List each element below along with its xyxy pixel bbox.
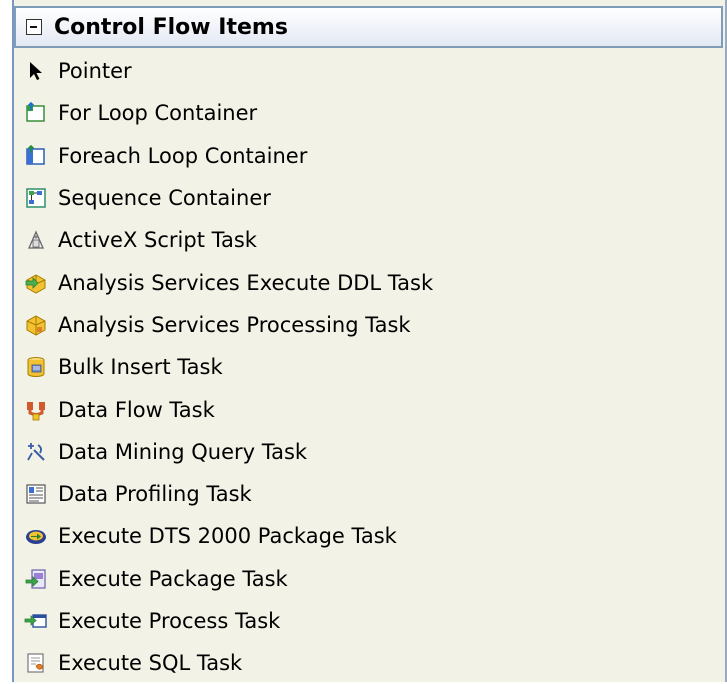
toolbox-item-label: Foreach Loop Container — [58, 143, 308, 168]
data-profiling-icon — [26, 484, 46, 504]
toolbox-item-execute-package-task[interactable]: Execute Package Task — [14, 558, 723, 600]
toolbox-item-label: Data Flow Task — [58, 397, 215, 422]
toolbox-item-label: Bulk Insert Task — [58, 355, 223, 380]
analysis-processing-icon — [26, 315, 46, 336]
toolbox-item-label: Execute Package Task — [58, 566, 288, 591]
toolbox-item-activex-script-task[interactable]: ActiveX Script Task — [14, 219, 723, 261]
toolbox-panel: Control Flow Items Pointer For Loop Cont… — [0, 0, 727, 682]
toolbox-item-analysis-services-execute-ddl-task[interactable]: Analysis Services Execute DDL Task — [14, 261, 723, 303]
toolbox-item-execute-dts-2000-package-task[interactable]: Execute DTS 2000 Package Task — [14, 515, 723, 557]
execute-dts-icon — [26, 530, 46, 545]
execute-process-icon — [24, 614, 47, 628]
bulk-insert-icon — [27, 357, 45, 378]
toolbox-item-label: ActiveX Script Task — [58, 228, 257, 253]
toolbox-item-label: Data Profiling Task — [58, 482, 252, 507]
foreach-loop-container-icon — [26, 144, 45, 165]
toolbox-item-label: Data Mining Query Task — [58, 439, 308, 464]
toolbox-item-analysis-services-processing-task[interactable]: Analysis Services Processing Task — [14, 304, 723, 346]
toolbox-item-label: Pointer — [58, 59, 132, 84]
toolbox-item-data-flow-task[interactable]: Data Flow Task — [14, 388, 723, 430]
toolbox-item-for-loop-container[interactable]: For Loop Container — [14, 92, 723, 134]
analysis-ddl-icon — [25, 274, 46, 294]
sequence-container-icon — [26, 188, 46, 208]
toolbox-item-label: Analysis Services Execute DDL Task — [58, 270, 434, 295]
toolbox-item-execute-sql-task[interactable]: Execute SQL Task — [14, 642, 723, 684]
execute-sql-icon — [27, 653, 44, 673]
toolbox-item-label: Analysis Services Processing Task — [58, 312, 411, 337]
for-loop-container-icon — [26, 102, 45, 123]
left-border — [0, 0, 14, 682]
toolbox-item-execute-process-task[interactable]: Execute Process Task — [14, 600, 723, 642]
toolbox-item-pointer[interactable]: Pointer — [14, 50, 723, 92]
toolbox-item-data-profiling-task[interactable]: Data Profiling Task — [14, 473, 723, 515]
activex-script-icon — [28, 230, 44, 249]
toolbox-item-foreach-loop-container[interactable]: Foreach Loop Container — [14, 135, 723, 177]
toolbox-item-label: Execute Process Task — [58, 609, 281, 633]
section-title: Control Flow Items — [54, 14, 288, 40]
pointer-icon — [30, 62, 42, 81]
toolbox-item-list: Pointer For Loop Container Foreach Loop … — [14, 50, 723, 684]
toolbox-item-bulk-insert-task[interactable]: Bulk Insert Task — [14, 346, 723, 388]
toolbox-item-label: Execute DTS 2000 Package Task — [58, 524, 397, 549]
section-header[interactable]: Control Flow Items — [14, 6, 723, 48]
toolbox-item-data-mining-query-task[interactable]: Data Mining Query Task — [14, 431, 723, 473]
toolbox-item-label: For Loop Container — [58, 101, 258, 126]
execute-package-icon — [25, 569, 46, 589]
collapse-icon[interactable] — [26, 19, 42, 35]
data-flow-icon — [27, 401, 45, 420]
toolbox-item-label: Sequence Container — [58, 186, 271, 211]
toolbox-item-sequence-container[interactable]: Sequence Container — [14, 177, 723, 219]
data-mining-icon — [27, 442, 45, 461]
toolbox-item-label: Execute SQL Task — [58, 651, 243, 676]
